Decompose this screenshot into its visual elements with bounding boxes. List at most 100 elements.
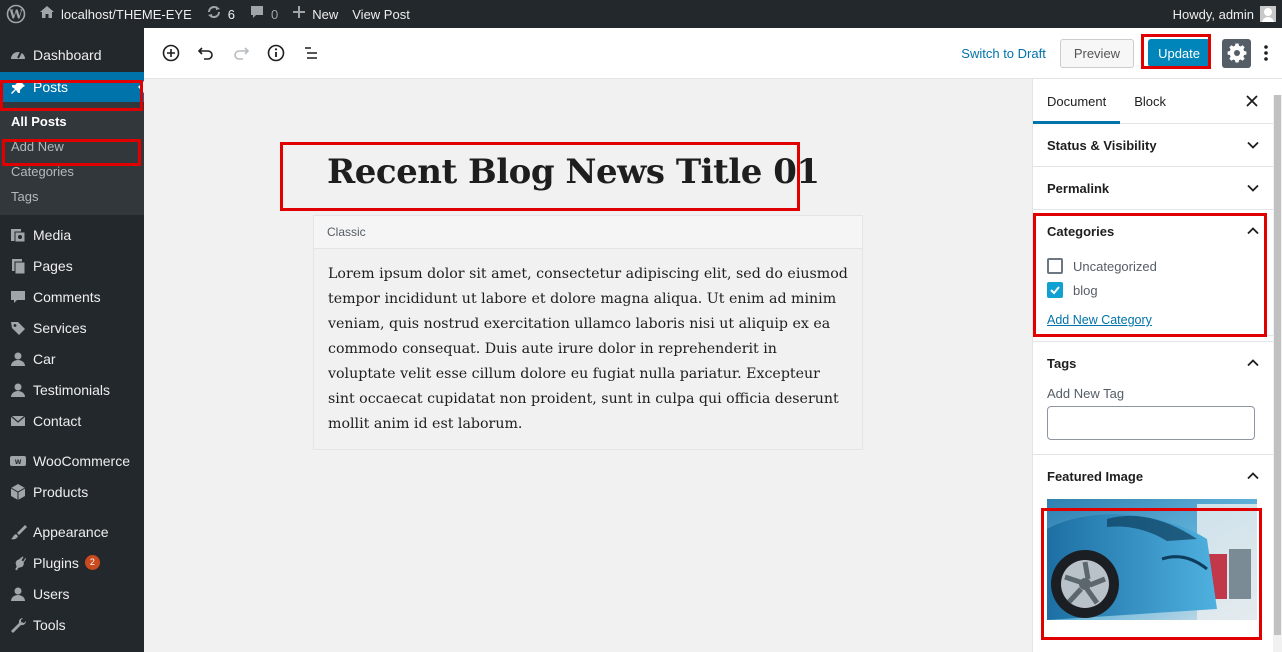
classic-block-content[interactable]: Lorem ipsum dolor sit amet, consectetur … xyxy=(314,249,862,450)
pages-icon xyxy=(8,256,28,276)
settings-scrollbar[interactable] xyxy=(1273,95,1282,652)
settings-toggle-button[interactable] xyxy=(1222,38,1251,68)
menu-products[interactable]: Products xyxy=(0,476,144,507)
menu-posts-label: Posts xyxy=(33,79,69,95)
menu-media[interactable]: Media xyxy=(0,219,144,250)
tab-block[interactable]: Block xyxy=(1120,79,1180,124)
update-button[interactable]: Update xyxy=(1148,39,1210,67)
menu-dashboard[interactable]: Dashboard xyxy=(0,39,144,70)
tags-toggle[interactable]: Tags xyxy=(1047,342,1268,384)
menu-car-label: Car xyxy=(33,350,56,367)
tab-document[interactable]: Document xyxy=(1033,79,1121,124)
submenu-categories[interactable]: Categories xyxy=(0,159,144,184)
checkmark-icon xyxy=(1050,286,1060,295)
howdy-text: Howdy, admin xyxy=(1172,6,1254,22)
classic-block-label: Classic xyxy=(314,216,862,249)
close-settings-button[interactable] xyxy=(1246,92,1258,110)
media-icon xyxy=(8,225,28,245)
menu-comments[interactable]: Comments xyxy=(0,281,144,312)
plug-icon xyxy=(8,553,28,573)
menu-tools-label: Tools xyxy=(33,616,66,633)
wrench-icon xyxy=(8,615,28,635)
switch-to-draft-button[interactable]: Switch to Draft xyxy=(951,46,1056,61)
submenu-tags[interactable]: Tags xyxy=(0,184,144,209)
category-option-uncategorized[interactable]: Uncategorized xyxy=(1047,254,1268,278)
comments-icon xyxy=(8,287,28,307)
permalink-panel: Permalink xyxy=(1033,167,1282,210)
admin-sidebar: Dashboard Posts All Posts Add New Catego… xyxy=(0,28,144,652)
menu-comments-label: Comments xyxy=(33,288,101,305)
menu-appearance[interactable]: Appearance xyxy=(0,516,144,547)
category-checkbox[interactable] xyxy=(1047,258,1063,274)
svg-text:W: W xyxy=(15,459,22,466)
site-name-link[interactable]: localhost/THEME-EYE xyxy=(32,0,199,28)
tag-icon xyxy=(8,318,28,338)
classic-block[interactable]: Classic Lorem ipsum dolor sit amet, cons… xyxy=(313,215,863,450)
plus-icon xyxy=(292,5,306,23)
comments-link[interactable]: 0 xyxy=(242,0,285,28)
preview-button[interactable]: Preview xyxy=(1059,38,1135,68)
updates-link[interactable]: 6 xyxy=(199,0,242,28)
menu-dashboard-label: Dashboard xyxy=(33,46,102,63)
view-post-label: View Post xyxy=(352,6,410,22)
tag-input[interactable] xyxy=(1047,406,1255,440)
redo-icon xyxy=(233,47,249,60)
close-icon xyxy=(1246,95,1258,107)
user-account-menu[interactable]: Howdy, admin xyxy=(1166,0,1282,28)
wordpress-logo-icon[interactable]: W xyxy=(0,0,32,28)
menu-products-label: Products xyxy=(33,483,89,500)
submenu-all-posts[interactable]: All Posts xyxy=(0,109,144,134)
user-icon xyxy=(8,380,28,400)
menu-tools[interactable]: Tools xyxy=(0,609,144,640)
dashboard-icon xyxy=(8,45,28,65)
pushpin-icon xyxy=(8,77,28,97)
scrollbar-thumb[interactable] xyxy=(1274,95,1281,635)
featured-image-toggle[interactable]: Featured Image xyxy=(1047,455,1268,497)
view-post-link[interactable]: View Post xyxy=(345,0,417,28)
content-info-button[interactable] xyxy=(259,37,292,70)
chevron-down-icon xyxy=(1247,184,1259,192)
status-visibility-title: Status & Visibility xyxy=(1047,137,1157,153)
menu-woocommerce[interactable]: W WooCommerce xyxy=(0,445,144,476)
menu-woocommerce-label: WooCommerce xyxy=(33,452,130,469)
category-label: Uncategorized xyxy=(1073,258,1157,274)
updates-icon xyxy=(206,4,222,24)
category-option-blog[interactable]: blog xyxy=(1047,278,1268,302)
users-icon xyxy=(8,584,28,604)
add-new-category-link[interactable]: Add New Category xyxy=(1047,313,1268,335)
submenu-add-new[interactable]: Add New xyxy=(0,134,144,159)
add-block-button[interactable] xyxy=(154,37,187,70)
status-visibility-toggle[interactable]: Status & Visibility xyxy=(1047,124,1268,166)
category-checkbox-checked[interactable] xyxy=(1047,282,1063,298)
menu-car[interactable]: Car xyxy=(0,343,144,374)
menu-services[interactable]: Services xyxy=(0,312,144,343)
list-view-icon xyxy=(304,47,317,59)
permalink-toggle[interactable]: Permalink xyxy=(1047,167,1268,209)
chevron-up-icon xyxy=(1247,359,1259,367)
add-new-tag-label: Add New Tag xyxy=(1047,386,1125,401)
woocommerce-icon: W xyxy=(8,451,28,471)
comments-count: 0 xyxy=(271,6,279,22)
redo-button[interactable] xyxy=(224,37,257,70)
menu-contact[interactable]: Contact xyxy=(0,405,144,436)
svg-text:W: W xyxy=(8,8,23,22)
post-title[interactable]: Recent Blog News Title 01 xyxy=(327,152,820,192)
chevron-up-icon xyxy=(1247,472,1259,480)
menu-testimonials[interactable]: Testimonials xyxy=(0,374,144,405)
permalink-title: Permalink xyxy=(1047,180,1110,196)
featured-image-thumbnail[interactable] xyxy=(1047,499,1257,620)
undo-button[interactable] xyxy=(189,37,222,70)
menu-pages[interactable]: Pages xyxy=(0,250,144,281)
new-content-link[interactable]: New xyxy=(285,0,345,28)
menu-posts[interactable]: Posts xyxy=(0,72,144,102)
car-photo-image xyxy=(1047,499,1257,620)
menu-plugins[interactable]: Plugins 2 xyxy=(0,547,144,578)
more-options-button[interactable] xyxy=(1254,38,1278,68)
categories-title: Categories xyxy=(1047,223,1115,239)
menu-users[interactable]: Users xyxy=(0,578,144,609)
vertical-ellipsis-icon xyxy=(1264,45,1268,61)
header-settings-area: Switch to Draft Preview Update xyxy=(951,28,1282,79)
categories-toggle[interactable]: Categories xyxy=(1047,210,1268,252)
block-navigation-button[interactable] xyxy=(294,37,327,70)
gear-icon xyxy=(1227,43,1246,63)
